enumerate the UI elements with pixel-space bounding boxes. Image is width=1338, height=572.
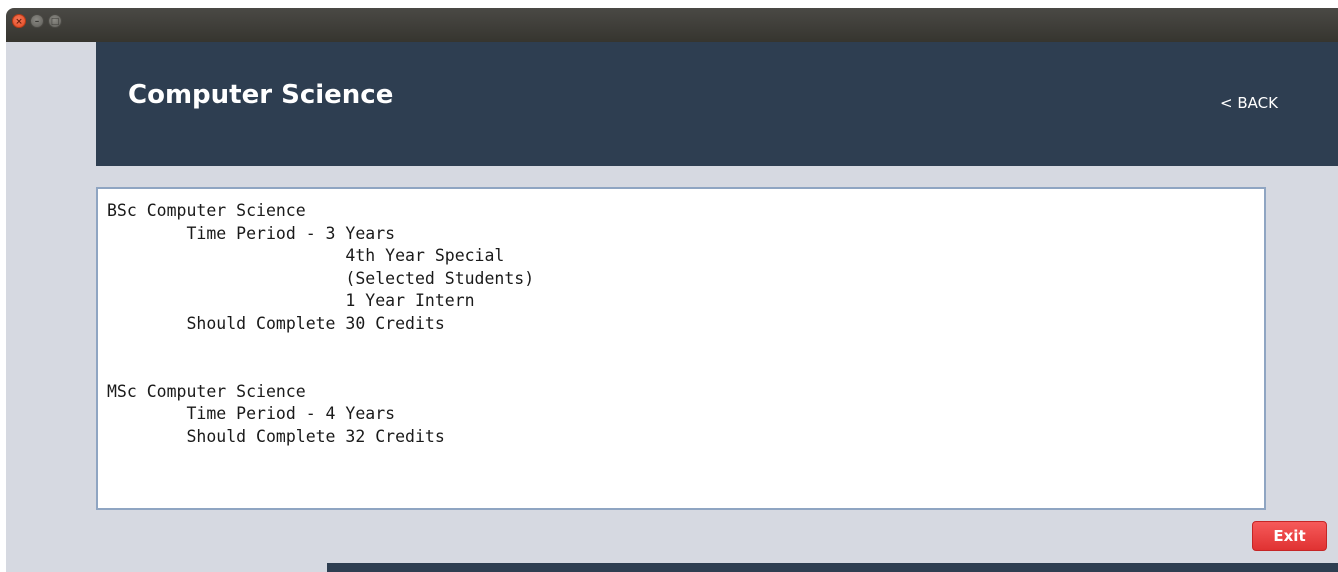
course-details-textarea[interactable]: BSc Computer Science Time Period - 3 Yea… [96, 187, 1266, 510]
minimize-window-icon[interactable]: – [30, 14, 44, 28]
close-window-icon[interactable]: × [12, 14, 26, 28]
maximize-window-icon[interactable]: □ [48, 14, 62, 28]
page-title: Computer Science [128, 80, 394, 110]
course-details-text: BSc Computer Science Time Period - 3 Yea… [107, 201, 535, 446]
exit-button[interactable]: Exit [1252, 521, 1327, 551]
back-button[interactable]: < BACK [1220, 94, 1278, 112]
window-titlebar: × – □ [6, 8, 1338, 42]
footer-bar [327, 563, 1338, 572]
page-header: Computer Science < BACK [96, 42, 1338, 166]
